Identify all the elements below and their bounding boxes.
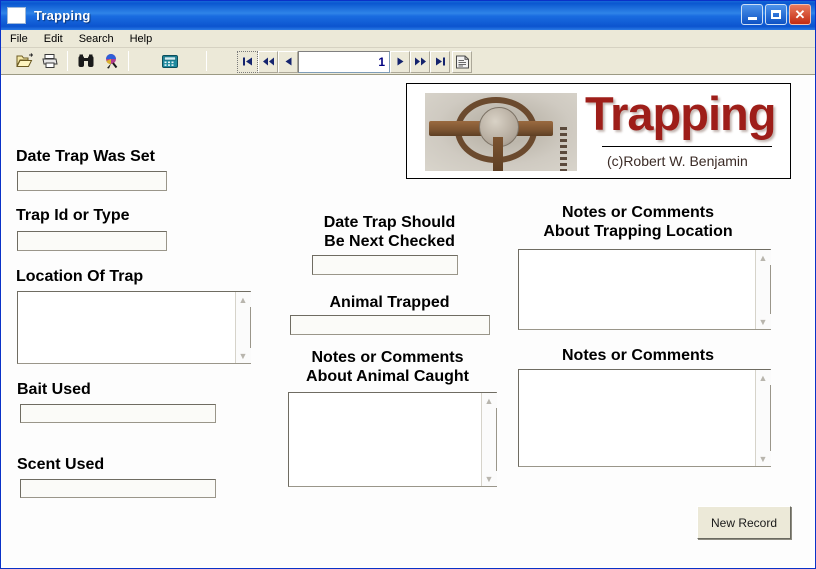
previous-page-icon <box>262 57 274 66</box>
calculator-button[interactable] <box>158 50 181 72</box>
last-record-button[interactable] <box>430 50 450 73</box>
toolbar <box>1 48 815 75</box>
first-record-button[interactable] <box>237 50 258 73</box>
notes-animal-field-wrap: ▲ ▼ <box>288 392 497 487</box>
close-button[interactable]: ✕ <box>789 4 811 25</box>
label-notes-location-line1: Notes or Comments <box>561 204 715 221</box>
record-properties-button[interactable] <box>452 50 472 73</box>
label-date-trap-was-set: Date Trap Was Set <box>16 148 156 165</box>
maximize-button[interactable] <box>765 4 787 25</box>
banner-credit: (c)Robert W. Benjamin <box>607 153 748 169</box>
label-notes-animal-line2: About Animal Caught <box>306 368 469 385</box>
banner-divider <box>602 146 772 147</box>
next-record-icon <box>397 57 403 66</box>
menu-item-edit[interactable]: Edit <box>37 32 70 46</box>
leg-hold-trap-photo <box>425 93 577 171</box>
find-button[interactable] <box>74 50 97 72</box>
scroll-down-icon[interactable]: ▼ <box>235 348 251 363</box>
toolbar-separator-2 <box>128 51 129 71</box>
toolbar-separator-3 <box>206 51 207 71</box>
menu-bar: File Edit Search Help <box>1 30 815 48</box>
close-icon: ✕ <box>794 7 806 22</box>
notes-animal-scrollbar[interactable]: ▲ ▼ <box>481 393 497 486</box>
find-color-button[interactable] <box>99 50 122 72</box>
print-button[interactable] <box>38 50 61 72</box>
scroll-down-icon[interactable]: ▼ <box>755 451 771 466</box>
scroll-up-icon[interactable]: ▲ <box>481 393 497 408</box>
scroll-up-icon[interactable]: ▲ <box>755 370 771 385</box>
scent-used-input[interactable] <box>20 479 216 498</box>
minimize-icon <box>747 16 757 20</box>
menu-item-file[interactable]: File <box>3 32 35 46</box>
location-of-trap-textarea[interactable] <box>17 291 251 364</box>
notes-about-animal-caught-textarea[interactable] <box>288 392 497 487</box>
print-icon <box>41 54 58 68</box>
open-folder-icon <box>15 53 33 67</box>
notes-location-scrollbar[interactable]: ▲ ▼ <box>755 250 771 329</box>
label-date-next-checked-line1: Date Trap Should <box>323 214 456 231</box>
notes-about-trapping-location-textarea[interactable] <box>518 249 771 330</box>
scroll-up-icon[interactable]: ▲ <box>235 292 251 307</box>
open-folder-button[interactable] <box>13 50 36 72</box>
trap-id-or-type-input[interactable] <box>17 231 167 251</box>
label-notes-location-line2: About Trapping Location <box>543 223 733 240</box>
label-scent-used: Scent Used <box>17 456 105 473</box>
first-record-icon <box>243 57 252 66</box>
properties-icon <box>455 55 469 68</box>
label-animal-trapped: Animal Trapped <box>329 294 450 311</box>
previous-record-icon <box>285 57 291 66</box>
next-page-icon <box>414 57 426 66</box>
new-record-button[interactable]: New Record <box>697 506 791 539</box>
menu-item-help[interactable]: Help <box>123 32 160 46</box>
location-of-trap-field-wrap: ▲ ▼ <box>17 291 251 364</box>
maximize-icon <box>771 10 781 19</box>
scroll-down-icon[interactable]: ▼ <box>755 314 771 329</box>
prev-record-button[interactable] <box>278 50 298 73</box>
scroll-up-icon[interactable]: ▲ <box>755 250 771 265</box>
application-banner: Trapping (c)Robert W. Benjamin <box>406 83 791 179</box>
last-record-icon <box>435 57 445 66</box>
notes-general-scrollbar[interactable]: ▲ ▼ <box>755 370 771 466</box>
calculator-icon <box>161 54 178 68</box>
label-date-next-checked-line2: Be Next Checked <box>324 233 455 250</box>
date-trap-was-set-input[interactable] <box>17 171 167 191</box>
notes-general-field-wrap: ▲ ▼ <box>518 369 771 467</box>
date-next-checked-input[interactable] <box>312 255 458 275</box>
trap-chain-shape <box>560 127 567 171</box>
toolbar-separator-1 <box>67 51 68 71</box>
label-notes-animal-line1: Notes or Comments <box>311 349 464 366</box>
prev-page-button[interactable] <box>258 50 278 73</box>
next-record-button[interactable] <box>390 50 410 73</box>
bait-used-input[interactable] <box>20 404 216 423</box>
menu-item-search[interactable]: Search <box>72 32 121 46</box>
next-page-button[interactable] <box>410 50 430 73</box>
label-notes-or-comments: Notes or Comments <box>561 347 715 364</box>
banner-title: Trapping <box>585 87 776 140</box>
form-client-area: Trapping (c)Robert W. Benjamin Date Trap… <box>2 75 814 567</box>
application-window: Trapping ✕ File Edit Search Help 1 Trapp… <box>0 0 816 569</box>
label-location-of-trap: Location Of Trap <box>16 268 144 285</box>
label-bait-used: Bait Used <box>17 381 91 398</box>
label-trap-id-or-type: Trap Id or Type <box>16 207 130 224</box>
record-number-input[interactable] <box>298 50 390 73</box>
scroll-down-icon[interactable]: ▼ <box>481 471 497 486</box>
minimize-button[interactable] <box>741 4 763 25</box>
window-title: Trapping <box>34 8 91 23</box>
title-bar: Trapping ✕ <box>1 1 815 30</box>
notes-location-field-wrap: ▲ ▼ <box>518 249 771 330</box>
notes-or-comments-textarea[interactable] <box>518 369 771 467</box>
trap-stem-shape <box>493 137 503 171</box>
window-controls: ✕ <box>741 4 811 25</box>
window-document-icon <box>7 7 26 24</box>
location-of-trap-scrollbar[interactable]: ▲ ▼ <box>235 292 251 363</box>
record-navigation <box>237 50 472 73</box>
animal-trapped-input[interactable] <box>290 315 490 335</box>
binoculars-icon <box>78 54 93 67</box>
search-globe-icon <box>105 54 117 69</box>
